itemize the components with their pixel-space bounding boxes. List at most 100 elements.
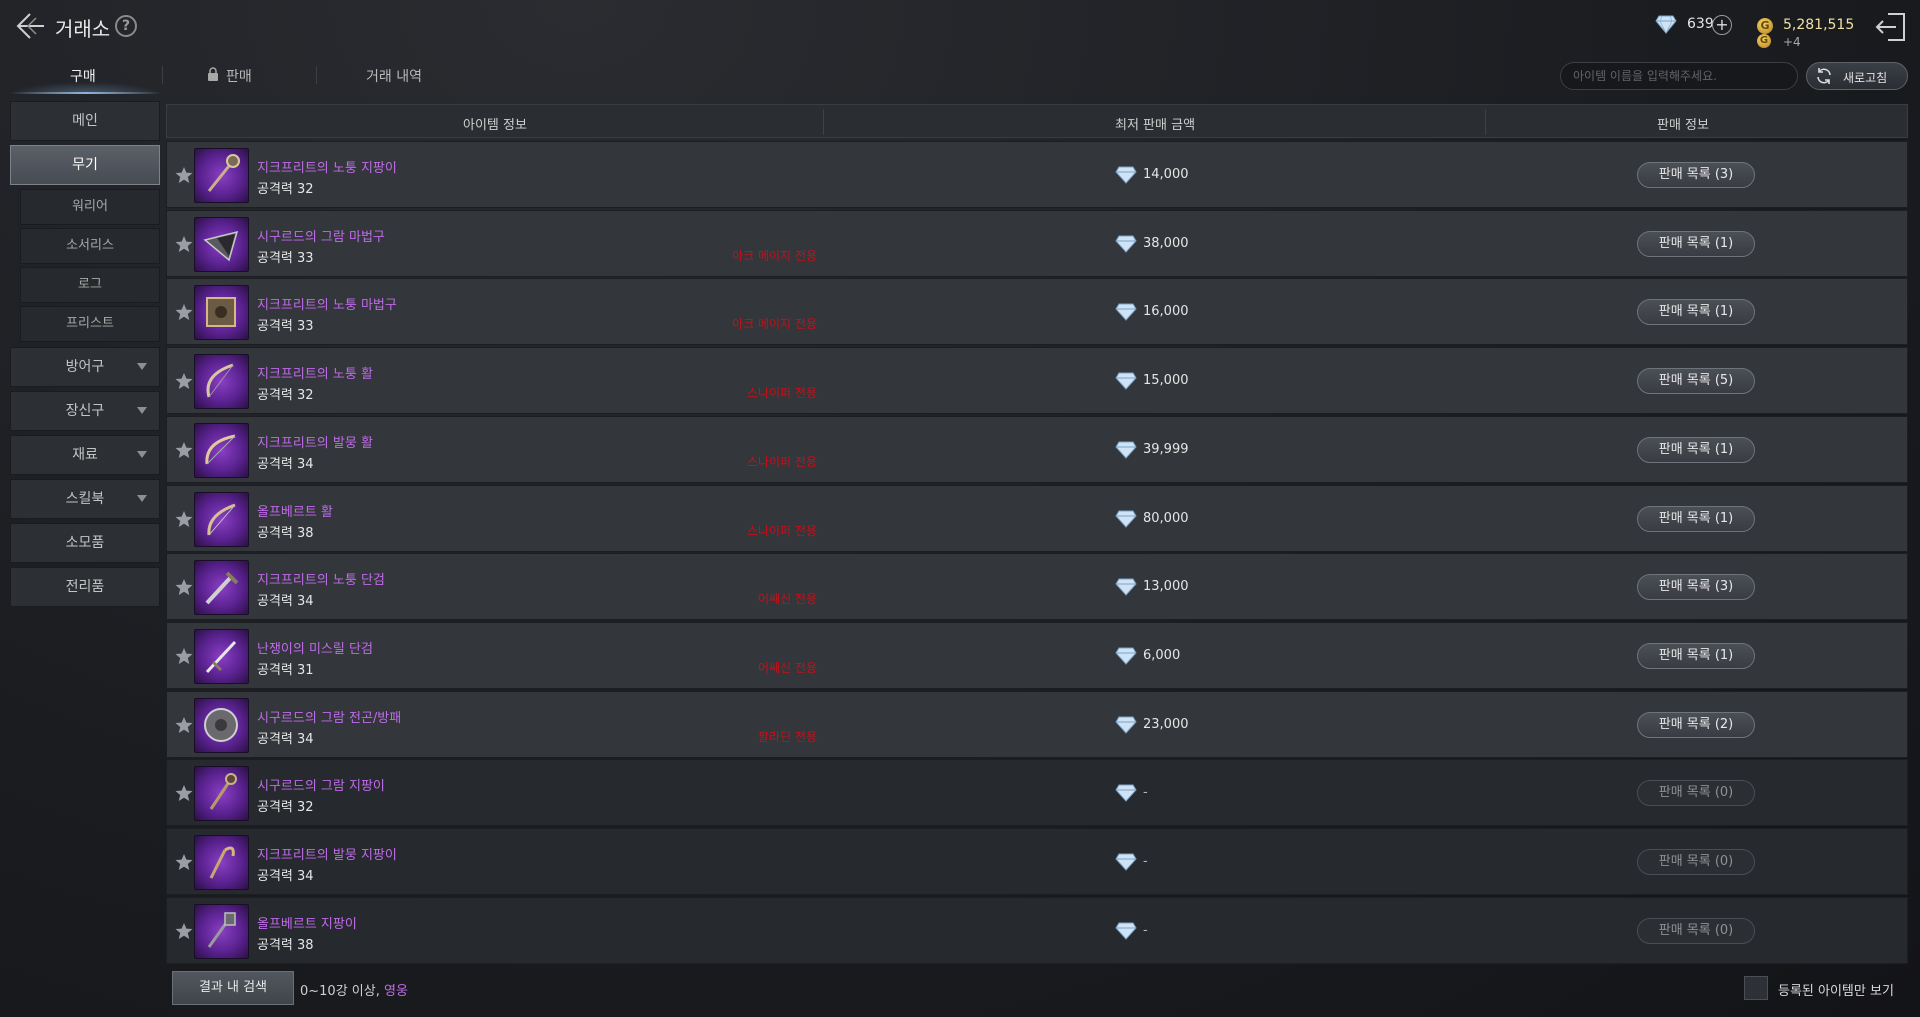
item-name[interactable]: 시구르드의 그람 마법구 bbox=[257, 226, 385, 245]
help-icon[interactable]: ? bbox=[115, 15, 137, 37]
sidebar-item-label: 스킬북 bbox=[65, 491, 105, 507]
favorite-star-icon[interactable] bbox=[175, 784, 193, 802]
sale-list-button[interactable]: 판매 목록 (1) bbox=[1637, 436, 1755, 463]
tab-divider bbox=[162, 66, 163, 84]
sale-list-button[interactable]: 판매 목록 (1) bbox=[1637, 230, 1755, 257]
class-restriction: 팔라딘 전용 bbox=[757, 729, 817, 744]
item-search-input[interactable] bbox=[1560, 62, 1798, 90]
chevron-down-icon bbox=[137, 363, 147, 370]
chevron-down-icon bbox=[137, 495, 147, 502]
search-within-results-button[interactable]: 결과 내 검색 bbox=[172, 971, 294, 1005]
column-header-sale: 판매 정보 bbox=[1657, 118, 1709, 133]
favorite-star-icon[interactable] bbox=[175, 853, 193, 871]
gold-amount: 5,281,515 bbox=[1783, 17, 1855, 33]
sidebar-sub-priest[interactable]: 프리스트 bbox=[20, 306, 160, 342]
tab-active-underline bbox=[10, 92, 162, 94]
item-attack: 공격력 32 bbox=[257, 800, 314, 816]
class-restriction: 아크 메이지 전용 bbox=[732, 248, 817, 263]
sale-list-button[interactable]: 판매 목록 (1) bbox=[1637, 505, 1755, 532]
lowest-price: 38,000 bbox=[1143, 235, 1189, 251]
item-name[interactable]: 시구르드의 그람 지팡이 bbox=[257, 775, 385, 794]
crystal-price-icon bbox=[1115, 372, 1137, 390]
sale-list-button[interactable]: 판매 목록 (2) bbox=[1637, 711, 1755, 738]
class-restriction: 스나이퍼 전용 bbox=[746, 386, 817, 401]
filter-grade: 영웅 bbox=[383, 984, 408, 999]
table-row[interactable]: 올프베르트 활 공격력 38 스나이퍼 전용 80,000 판매 목록 (1) bbox=[166, 484, 1908, 552]
table-row[interactable]: 올프베르트 지팡이 공격력 38 - 판매 목록 (0) bbox=[166, 896, 1908, 964]
table-row[interactable]: 지크프리트의 노퉁 활 공격력 32 스나이퍼 전용 15,000 판매 목록 (5) bbox=[166, 347, 1908, 415]
column-divider bbox=[1485, 109, 1486, 135]
add-crystal-button[interactable]: + bbox=[1712, 15, 1732, 35]
table-row[interactable]: 시구르드의 그람 마법구 공격력 33 아크 메이지 전용 38,000 판매 목록 (… bbox=[166, 209, 1908, 277]
lowest-price: - bbox=[1143, 854, 1148, 869]
lowest-price: 6,000 bbox=[1143, 647, 1181, 663]
table-row[interactable]: 지크프리트의 노퉁 마법구 공격력 33 아크 메이지 전용 16,000 판매 목록 … bbox=[166, 278, 1908, 346]
back-arrow-icon[interactable] bbox=[14, 10, 50, 42]
sale-list-button[interactable]: 판매 목록 (1) bbox=[1637, 299, 1755, 326]
sale-list-button[interactable]: 판매 목록 (0) bbox=[1637, 849, 1755, 875]
sidebar-item-weapon[interactable]: 무기 bbox=[10, 145, 160, 185]
refresh-label: 새로고침 bbox=[1843, 71, 1888, 85]
tab-sell[interactable]: 판매 bbox=[226, 66, 252, 86]
item-name[interactable]: 지크프리트의 발뭉 활 bbox=[257, 432, 373, 451]
item-icon bbox=[194, 903, 249, 959]
tab-history[interactable]: 거래 내역 bbox=[366, 66, 422, 86]
refresh-button[interactable]: 새로고침 bbox=[1806, 62, 1908, 90]
item-name[interactable]: 난쟁이의 미스릴 단검 bbox=[257, 638, 373, 657]
crystal-price-icon bbox=[1115, 578, 1137, 596]
chevron-down-icon bbox=[137, 451, 147, 458]
lock-icon bbox=[208, 67, 218, 81]
item-name[interactable]: 지크프리트의 노퉁 활 bbox=[257, 363, 373, 382]
sale-list-button[interactable]: 판매 목록 (0) bbox=[1637, 917, 1755, 944]
sidebar-sub-rogue[interactable]: 로그 bbox=[20, 267, 160, 303]
item-name[interactable]: 지크프리트의 노퉁 지팡이 bbox=[257, 157, 397, 176]
sale-list-button[interactable]: 판매 목록 (1) bbox=[1637, 642, 1755, 669]
sidebar-item-accessory[interactable]: 장신구 bbox=[10, 391, 160, 431]
crystal-price-icon bbox=[1115, 235, 1137, 253]
sidebar-item-consumable[interactable]: 소모품 bbox=[10, 523, 160, 563]
item-name[interactable]: 올프베르트 지팡이 bbox=[257, 913, 357, 932]
crystal-price-icon bbox=[1115, 303, 1137, 322]
table-row[interactable]: 지크프리트의 발뭉 활 공격력 34 스나이퍼 전용 39,999 판매 목록 (1) bbox=[166, 415, 1908, 483]
gold-sub-amount: +4 bbox=[1783, 35, 1801, 49]
table-row[interactable]: 지크프리트의 노퉁 지팡이 공격력 32 14,000 판매 목록 (3) bbox=[166, 141, 1908, 208]
sale-list-button[interactable]: 판매 목록 (3) bbox=[1637, 162, 1755, 188]
sale-list-button[interactable]: 판매 목록 (5) bbox=[1637, 368, 1755, 395]
page-title: 거래소 bbox=[55, 17, 111, 41]
crystal-currency-icon bbox=[1655, 15, 1677, 34]
favorite-star-icon[interactable] bbox=[175, 922, 193, 940]
favorite-star-icon[interactable] bbox=[175, 166, 193, 184]
lowest-price: 80,000 bbox=[1143, 510, 1189, 526]
sidebar-item-armor[interactable]: 방어구 bbox=[10, 347, 160, 387]
sidebar-item-skillbook[interactable]: 스킬북 bbox=[10, 479, 160, 519]
exit-icon[interactable] bbox=[1874, 10, 1908, 44]
registered-only-checkbox[interactable] bbox=[1744, 976, 1768, 1000]
sidebar-item-material[interactable]: 재료 bbox=[10, 435, 160, 475]
crystal-amount: 639 bbox=[1687, 16, 1714, 32]
sale-list-button[interactable]: 판매 목록 (3) bbox=[1637, 574, 1755, 601]
lowest-price: 16,000 bbox=[1143, 304, 1189, 320]
crystal-price-icon bbox=[1115, 853, 1137, 871]
table-row[interactable]: 시구르드의 그람 전곤/방패 공격력 34 팔라딘 전용 23,000 판매 목록 (2… bbox=[166, 690, 1908, 758]
table-row[interactable]: 지크프리트의 노퉁 단검 공격력 34 어쌔신 전용 13,000 판매 목록 (3) bbox=[166, 553, 1908, 621]
item-name[interactable]: 시구르드의 그람 전곤/방패 bbox=[257, 707, 401, 726]
item-icon bbox=[194, 148, 249, 203]
sidebar-item-main[interactable]: 메인 bbox=[10, 101, 160, 141]
item-name[interactable]: 올프베르트 활 bbox=[257, 501, 333, 520]
column-divider bbox=[823, 109, 824, 135]
item-icon bbox=[194, 766, 249, 822]
item-name[interactable]: 지크프리트의 발뭉 지팡이 bbox=[257, 844, 397, 863]
column-header-item: 아이템 정보 bbox=[463, 118, 527, 133]
tab-buy[interactable]: 구매 bbox=[70, 66, 96, 86]
item-name[interactable]: 지크프리트의 노퉁 단검 bbox=[257, 569, 385, 588]
class-restriction: 스나이퍼 전용 bbox=[746, 454, 817, 469]
sidebar-sub-warrior[interactable]: 워리어 bbox=[20, 189, 160, 225]
sale-list-button[interactable]: 판매 목록 (0) bbox=[1637, 780, 1755, 807]
table-row[interactable]: 난쟁이의 미스릴 단검 공격력 31 어쌔신 전용 6,000 판매 목록 (1) bbox=[166, 621, 1908, 689]
sidebar-item-trophy[interactable]: 전리품 bbox=[10, 567, 160, 607]
sidebar-sub-sorceress[interactable]: 소서리스 bbox=[20, 228, 160, 264]
sidebar-item-label: 방어구 bbox=[65, 359, 105, 375]
table-row[interactable]: 시구르드의 그람 지팡이 공격력 32 - 판매 목록 (0) bbox=[166, 759, 1908, 827]
table-row[interactable]: 지크프리트의 발뭉 지팡이 공격력 34 - 판매 목록 (0) bbox=[166, 828, 1908, 895]
item-name[interactable]: 지크프리트의 노퉁 마법구 bbox=[257, 294, 397, 313]
